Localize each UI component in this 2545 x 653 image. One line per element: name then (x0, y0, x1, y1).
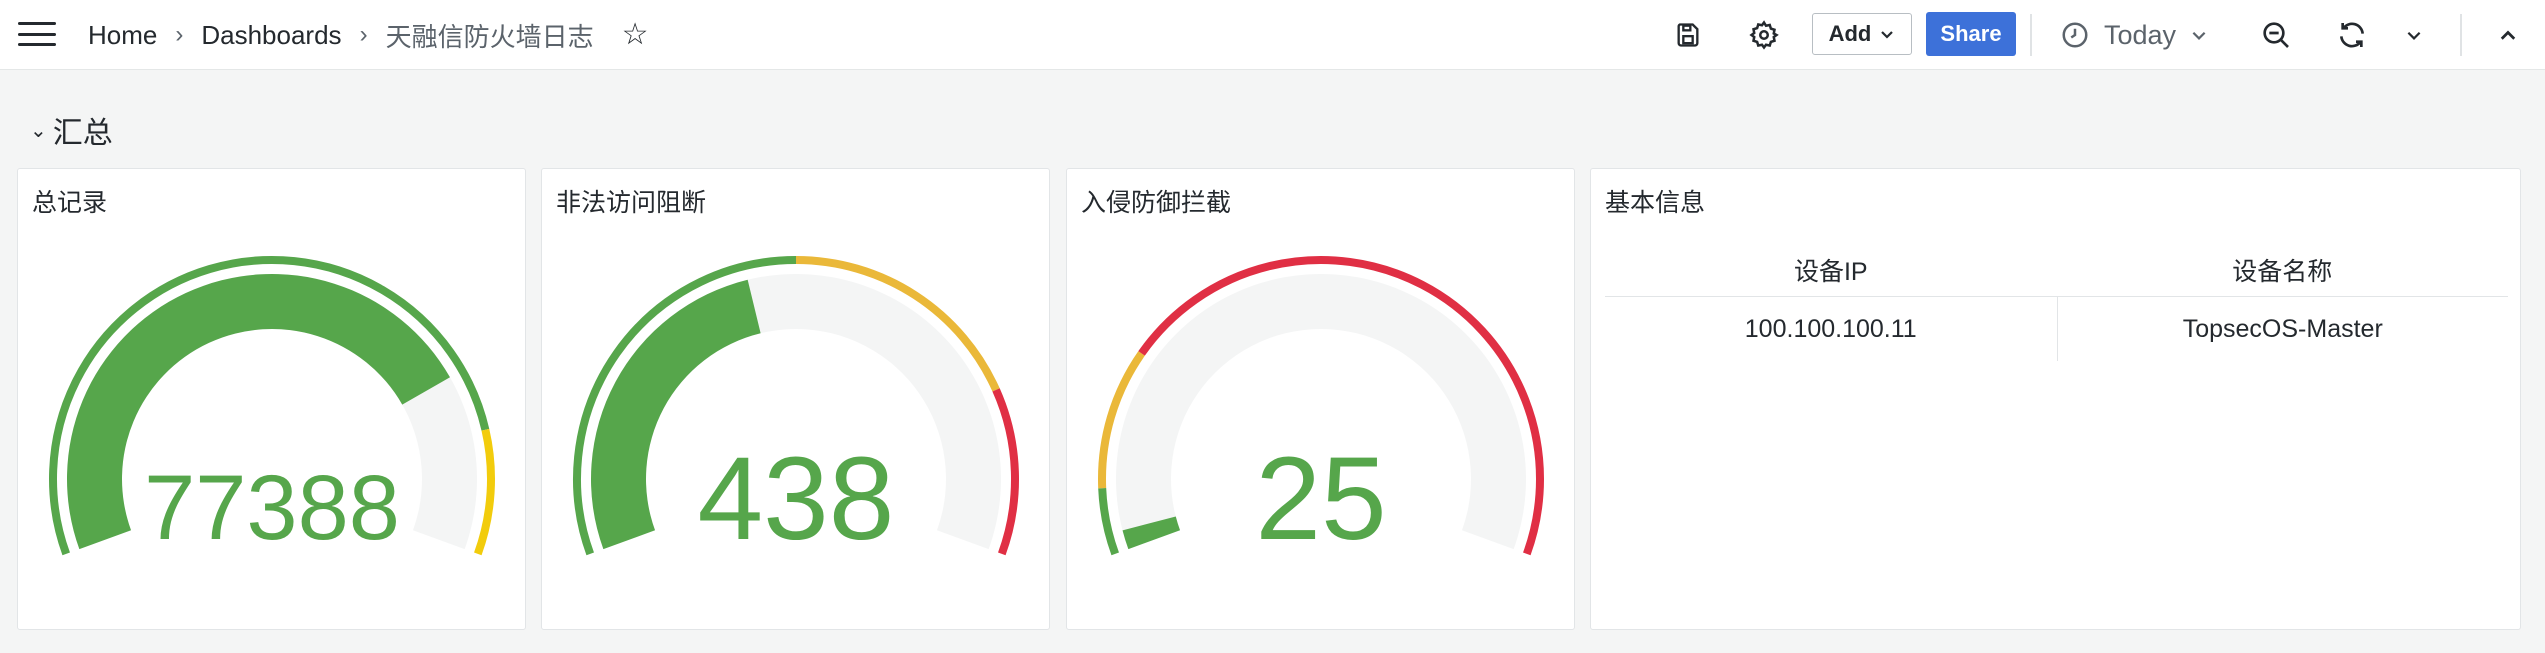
column-header-device-ip[interactable]: 设备IP (1605, 247, 2057, 296)
chevron-up-icon[interactable] (2490, 17, 2526, 53)
gauge-panel-total-records[interactable]: 总记录 77388 (17, 168, 526, 630)
toolbar-divider (2460, 14, 2462, 56)
gauge-intrusion-prevention: 25 (1098, 256, 1544, 565)
table-cell-device-ip: 100.100.100.11 (1744, 315, 1917, 343)
top-bar: Home › Dashboards › 天融信防火墙日志 ☆ Add Share… (0, 0, 2545, 70)
breadcrumb-dashboards[interactable]: Dashboards (201, 20, 341, 51)
gauge-illegal-access-blocked: 438 (573, 256, 1019, 565)
gauge-value-text: 77388 (144, 457, 400, 559)
refresh-interval-chevron-icon[interactable] (2396, 17, 2432, 53)
column-header-device-name[interactable]: 设备名称 (2057, 247, 2509, 296)
chevron-down-icon (2192, 31, 2206, 40)
gauge-threshold-band (474, 428, 495, 556)
chevron-down-icon: ⌄ (30, 119, 47, 142)
toolbar-divider (2030, 14, 2032, 56)
chevron-right-icon: › (175, 21, 184, 48)
time-range-label: Today (2104, 19, 2177, 50)
gauge-panel-illegal-access-blocked[interactable]: 非法访问阻断 438 (541, 168, 1050, 630)
gauge-panel-intrusion-prevention[interactable]: 入侵防御拦截 25 (1066, 168, 1575, 630)
clock-icon (2062, 22, 2088, 48)
breadcrumb-current: 天融信防火墙日志 (385, 21, 594, 52)
save-icon[interactable] (1670, 17, 1706, 53)
gauge-value-text: 25 (1255, 433, 1386, 565)
zoom-out-icon[interactable] (2258, 17, 2294, 53)
row-title: 汇总 (52, 117, 113, 150)
gauge-threshold-band (1098, 487, 1119, 556)
info-panel[interactable]: 基本信息 设备IP 设备名称 100.100.100.11 TopsecOS-M… (1590, 168, 2521, 630)
chevron-right-icon: › (359, 21, 368, 48)
breadcrumb: Home › Dashboards › 天融信防火墙日志 ☆ (88, 0, 648, 70)
add-label: Add (1828, 21, 1872, 46)
gear-icon[interactable] (1746, 17, 1782, 53)
panel-title: 基本信息 (1605, 189, 1706, 217)
chevron-down-icon (1881, 31, 1894, 39)
share-button[interactable]: Share (1926, 12, 2016, 56)
row-header-summary[interactable]: ⌄ 汇总 (30, 108, 113, 152)
gauge-total-records: 77388 (49, 256, 495, 559)
menu-icon[interactable] (18, 19, 56, 49)
table-header: 设备IP 设备名称 (1605, 247, 2508, 297)
add-button[interactable]: Add (1812, 13, 1912, 55)
gauge-value-text: 438 (698, 433, 895, 565)
time-range-picker[interactable]: Today (2060, 14, 2208, 56)
star-icon[interactable]: ☆ (622, 20, 649, 50)
panel-title: 总记录 (32, 189, 108, 217)
table-row: 100.100.100.11 TopsecOS-Master (1605, 297, 2508, 361)
breadcrumb-home[interactable]: Home (88, 20, 157, 51)
table-cell-device-name: TopsecOS-Master (2056, 297, 2509, 361)
refresh-icon[interactable] (2334, 17, 2370, 53)
panel-title: 入侵防御拦截 (1081, 189, 1232, 217)
panel-title: 非法访问阻断 (556, 189, 707, 217)
